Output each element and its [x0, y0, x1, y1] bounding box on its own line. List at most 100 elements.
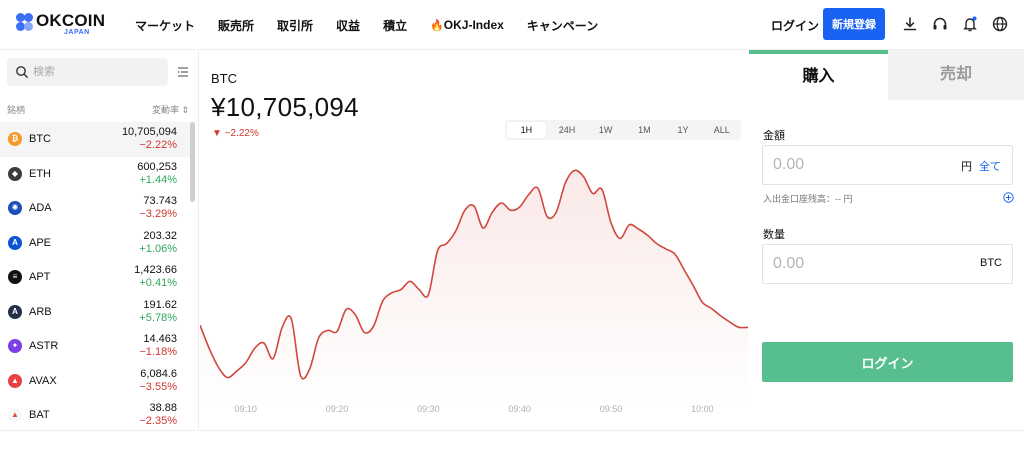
download-icon[interactable]: [901, 15, 919, 33]
market-sidebar: 銘柄 変動率 ⇕ ₿ BTC 10,705,094−2.22% ◆ ETH 600,253…: [0, 50, 199, 430]
coin-list-scrollbar[interactable]: [190, 122, 195, 202]
coin-row-eth[interactable]: ◆ ETH 600,253 +1.44%: [0, 157, 190, 192]
logo-mark-icon: [14, 12, 36, 34]
header-login-link[interactable]: ログイン: [771, 17, 819, 34]
coin-list-header: 銘柄 変動率 ⇕: [0, 100, 192, 116]
timeframe-1w[interactable]: 1W: [586, 120, 625, 140]
nav-market[interactable]: マーケット: [135, 17, 195, 34]
coin-row-bat[interactable]: ▲ BAT 38.88 −2.35%: [0, 398, 190, 430]
coin-change: −2.35%: [139, 415, 177, 427]
price-change-value: −2.22%: [224, 128, 259, 139]
bell-icon[interactable]: [961, 15, 979, 33]
coin-change: +0.41%: [139, 277, 177, 289]
coin-symbol: APT: [29, 271, 51, 283]
list-settings-icon[interactable]: [176, 65, 190, 79]
coin-symbol: APE: [29, 236, 52, 249]
coin-symbol: ARB: [29, 305, 52, 318]
tab-sell[interactable]: 売却: [888, 50, 1024, 100]
quantity-unit: BTC: [980, 257, 1002, 269]
coin-change: −1.18%: [139, 346, 177, 358]
coin-change: −2.22%: [139, 139, 177, 151]
quantity-field: BTC: [762, 244, 1013, 284]
okcoin-logo[interactable]: OKCOIN JAPAN: [14, 10, 124, 40]
coin-price: 14.463: [143, 333, 177, 345]
globe-icon[interactable]: [991, 15, 1009, 33]
timeframe-1h[interactable]: 1H: [507, 122, 546, 138]
x-tick-label: 09:10: [234, 404, 257, 414]
coin-list: ₿ BTC 10,705,094 −2.22% ◆ ETH 600,253 +1.44% ✺ AD…: [0, 122, 190, 430]
search-icon: [16, 66, 28, 78]
amount-unit: 円: [961, 161, 972, 173]
col-name-header[interactable]: 銘柄: [7, 103, 25, 116]
coin-price: 38.88: [149, 402, 177, 414]
all-amount-link[interactable]: 全て: [979, 158, 1001, 174]
trade-login-button[interactable]: ログイン: [762, 342, 1013, 382]
nav-okj-index-label: OKJ-Index: [443, 18, 504, 32]
coin-row-astr[interactable]: ✦ ASTR 14.463 −1.18%: [0, 329, 190, 364]
coin-row-ape[interactable]: A APE 203.32 +1.06%: [0, 226, 190, 261]
quantity-label: 数量: [763, 229, 785, 241]
avax-coin-icon: ▲: [8, 373, 22, 388]
search-box: [7, 58, 168, 86]
timeframe-all[interactable]: ALL: [702, 120, 741, 140]
coin-row-btc[interactable]: ₿ BTC 10,705,094 −2.22%: [0, 122, 190, 157]
timeframe-1y[interactable]: 1Y: [664, 120, 703, 140]
main-nav: マーケット 販売所 取引所 収益 積立 🔥OKJ-Index キャンペーン: [135, 0, 621, 50]
down-arrow-icon: ▼: [212, 128, 222, 139]
nav-okj-index[interactable]: 🔥OKJ-Index: [430, 18, 504, 32]
coin-change: −3.29%: [139, 208, 177, 220]
current-price: ¥10,705,094: [211, 92, 359, 122]
amount-input[interactable]: [773, 146, 953, 184]
price-chart-panel: 09:10 09:20 09:30 09:40 09:50 10:00 BTC ¥10,7…: [200, 50, 748, 430]
top-header: OKCOIN JAPAN マーケット 販売所 取引所 収益 積立 🔥OKJ-In…: [0, 0, 1024, 50]
col-change-header[interactable]: 変動率 ⇕: [152, 103, 189, 116]
coin-change: +1.44%: [139, 173, 177, 186]
bat-coin-icon: ▲: [8, 408, 22, 422]
nav-exchange-office[interactable]: 販売所: [218, 17, 254, 34]
tab-buy[interactable]: 購入: [749, 50, 888, 100]
coin-row-ada[interactable]: ✺ ADA 73.743 −3.29%: [0, 191, 190, 226]
logo-subtext: JAPAN: [64, 29, 90, 36]
btc-coin-icon: ₿: [8, 132, 22, 146]
pair-label: BTC: [211, 71, 237, 86]
nav-campaign[interactable]: キャンペーン: [527, 17, 598, 34]
nav-accumulate[interactable]: 積立: [383, 17, 407, 34]
headset-icon[interactable]: [931, 15, 949, 33]
quantity-input[interactable]: [773, 245, 953, 283]
coin-row-arb[interactable]: A ARB 191.62 +5.78%: [0, 295, 190, 330]
amount-label: 金額: [763, 130, 785, 142]
eth-coin-icon: ◆: [8, 166, 22, 181]
coin-change: −3.55%: [139, 380, 177, 393]
timeframe-1m[interactable]: 1M: [625, 120, 664, 140]
add-funds-icon[interactable]: [1003, 192, 1014, 203]
account-balance: 入出金口座残高：-- 円: [763, 194, 853, 204]
arb-coin-icon: A: [8, 304, 22, 319]
coin-change: +1.06%: [139, 242, 177, 255]
nav-trade[interactable]: 取引所: [277, 17, 313, 34]
coin-price: 10,705,094: [121, 126, 177, 138]
search-input[interactable]: [33, 58, 163, 86]
coin-symbol: BAT: [29, 409, 50, 421]
coin-price: 6,084.6: [140, 367, 177, 380]
price-change: ▼ −2.22%: [212, 128, 259, 139]
coin-symbol: ASTR: [29, 340, 59, 352]
coin-symbol: AVAX: [29, 374, 57, 387]
timeframe-24h[interactable]: 24H: [548, 120, 587, 140]
x-tick-label: 09:50: [600, 404, 623, 414]
coin-row-apt[interactable]: ≡ APT 1,423.66 +0.41%: [0, 260, 190, 295]
coin-row-avax[interactable]: ▲ AVAX 6,084.6 −3.55%: [0, 364, 190, 399]
x-tick-label: 10:00: [691, 404, 714, 414]
astr-coin-icon: ✦: [8, 339, 22, 353]
ada-coin-icon: ✺: [8, 201, 22, 215]
timeframe-selector: 1H 24H 1W 1M 1Y ALL: [505, 120, 741, 140]
coin-price: 73.743: [143, 195, 177, 207]
x-tick-label: 09:30: [417, 404, 440, 414]
coin-symbol: ADA: [29, 202, 52, 214]
nav-earn[interactable]: 収益: [336, 17, 360, 34]
flame-icon: 🔥: [430, 20, 444, 32]
signup-button[interactable]: 新規登録: [823, 8, 885, 40]
logo-text: OKCOIN: [36, 11, 106, 30]
coin-change: +5.78%: [139, 311, 177, 324]
x-tick-label: 09:20: [326, 404, 349, 414]
coin-symbol: BTC: [29, 133, 51, 145]
